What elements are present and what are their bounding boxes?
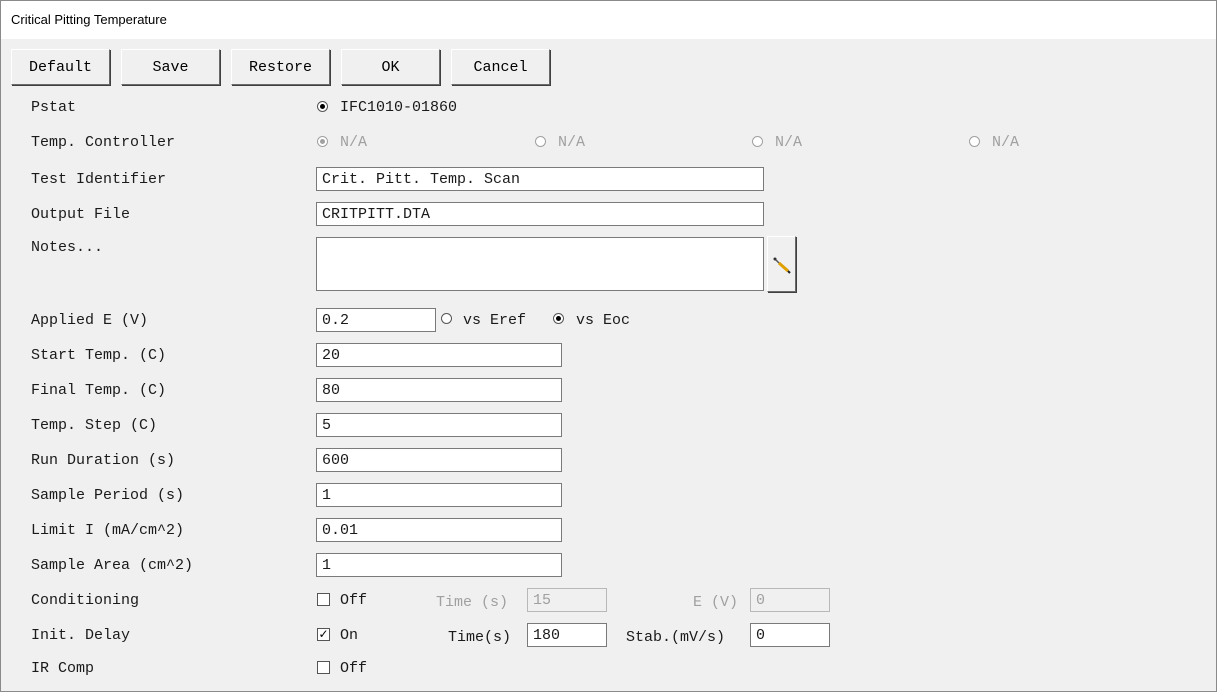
conditioning-checkbox[interactable] — [317, 593, 330, 606]
restore-button[interactable]: Restore — [231, 49, 330, 85]
notes-textarea[interactable] — [316, 237, 764, 291]
limit-i-input[interactable]: 0.01 — [316, 518, 562, 542]
vs-eoc-radio[interactable] — [553, 313, 564, 324]
dialog-frame — [0, 38, 1217, 692]
sample-area-input[interactable]: 1 — [316, 553, 562, 577]
vs-eref-label: vs Eref — [463, 312, 527, 329]
conditioning-state: Off — [340, 592, 368, 609]
temp-step-label: Temp. Step (C) — [31, 417, 158, 434]
ok-button[interactable]: OK — [341, 49, 440, 85]
conditioning-label: Conditioning — [31, 592, 140, 609]
test-identifier-input[interactable]: Crit. Pitt. Temp. Scan — [316, 167, 764, 191]
temp-controller-option-4: N/A — [992, 134, 1020, 151]
test-identifier-label: Test Identifier — [31, 171, 167, 188]
temp-step-input[interactable]: 5 — [316, 413, 562, 437]
start-temp-input[interactable]: 20 — [316, 343, 562, 367]
applied-e-label: Applied E (V) — [31, 312, 149, 329]
sample-period-label: Sample Period (s) — [31, 487, 185, 504]
conditioning-e-label: E (V) — [693, 594, 739, 611]
conditioning-time-input: 15 — [527, 588, 607, 612]
temp-controller-radio-4 — [969, 136, 980, 147]
window-title: Critical Pitting Temperature — [11, 12, 167, 27]
init-delay-stab-input[interactable]: 0 — [750, 623, 830, 647]
init-delay-label: Init. Delay — [31, 627, 131, 644]
init-delay-checkbox[interactable]: ✓ — [317, 628, 330, 641]
pstat-option-label: IFC1010-01860 — [340, 99, 458, 116]
temp-controller-label: Temp. Controller — [31, 134, 176, 151]
run-duration-input[interactable]: 600 — [316, 448, 562, 472]
default-button[interactable]: Default — [11, 49, 110, 85]
sample-period-input[interactable]: 1 — [316, 483, 562, 507]
vs-eoc-label: vs Eoc — [576, 312, 631, 329]
ir-comp-checkbox[interactable] — [317, 661, 330, 674]
notes-label: Notes... — [31, 239, 104, 256]
pstat-label: Pstat — [31, 99, 77, 116]
conditioning-time-label: Time (s) — [436, 594, 509, 611]
save-button[interactable]: Save — [121, 49, 220, 85]
init-delay-state: On — [340, 627, 359, 644]
temp-controller-radio-3 — [752, 136, 763, 147]
temp-controller-radio-2 — [535, 136, 546, 147]
pstat-radio[interactable] — [317, 101, 328, 112]
temp-controller-option-2: N/A — [558, 134, 586, 151]
temp-controller-option-3: N/A — [775, 134, 803, 151]
start-temp-label: Start Temp. (C) — [31, 347, 167, 364]
run-duration-label: Run Duration (s) — [31, 452, 176, 469]
temp-controller-option-1: N/A — [340, 134, 368, 151]
conditioning-e-input: 0 — [750, 588, 830, 612]
init-delay-time-input[interactable]: 180 — [527, 623, 607, 647]
init-delay-time-label: Time(s) — [448, 629, 512, 646]
title-bar: Critical Pitting Temperature — [0, 0, 1217, 39]
applied-e-input[interactable]: 0.2 — [316, 308, 436, 332]
sample-area-label: Sample Area (cm^2) — [31, 557, 194, 574]
limit-i-label: Limit I (mA/cm^2) — [31, 522, 185, 539]
init-delay-stab-label: Stab.(mV/s) — [626, 629, 726, 646]
vs-eref-radio[interactable] — [441, 313, 452, 324]
notes-edit-button[interactable] — [767, 236, 796, 292]
pencil-icon — [773, 257, 791, 274]
final-temp-input[interactable]: 80 — [316, 378, 562, 402]
final-temp-label: Final Temp. (C) — [31, 382, 167, 399]
ir-comp-state: Off — [340, 660, 368, 677]
output-file-label: Output File — [31, 206, 131, 223]
temp-controller-radio-1 — [317, 136, 328, 147]
cancel-button[interactable]: Cancel — [451, 49, 550, 85]
ir-comp-label: IR Comp — [31, 660, 95, 677]
output-file-input[interactable]: CRITPITT.DTA — [316, 202, 764, 226]
